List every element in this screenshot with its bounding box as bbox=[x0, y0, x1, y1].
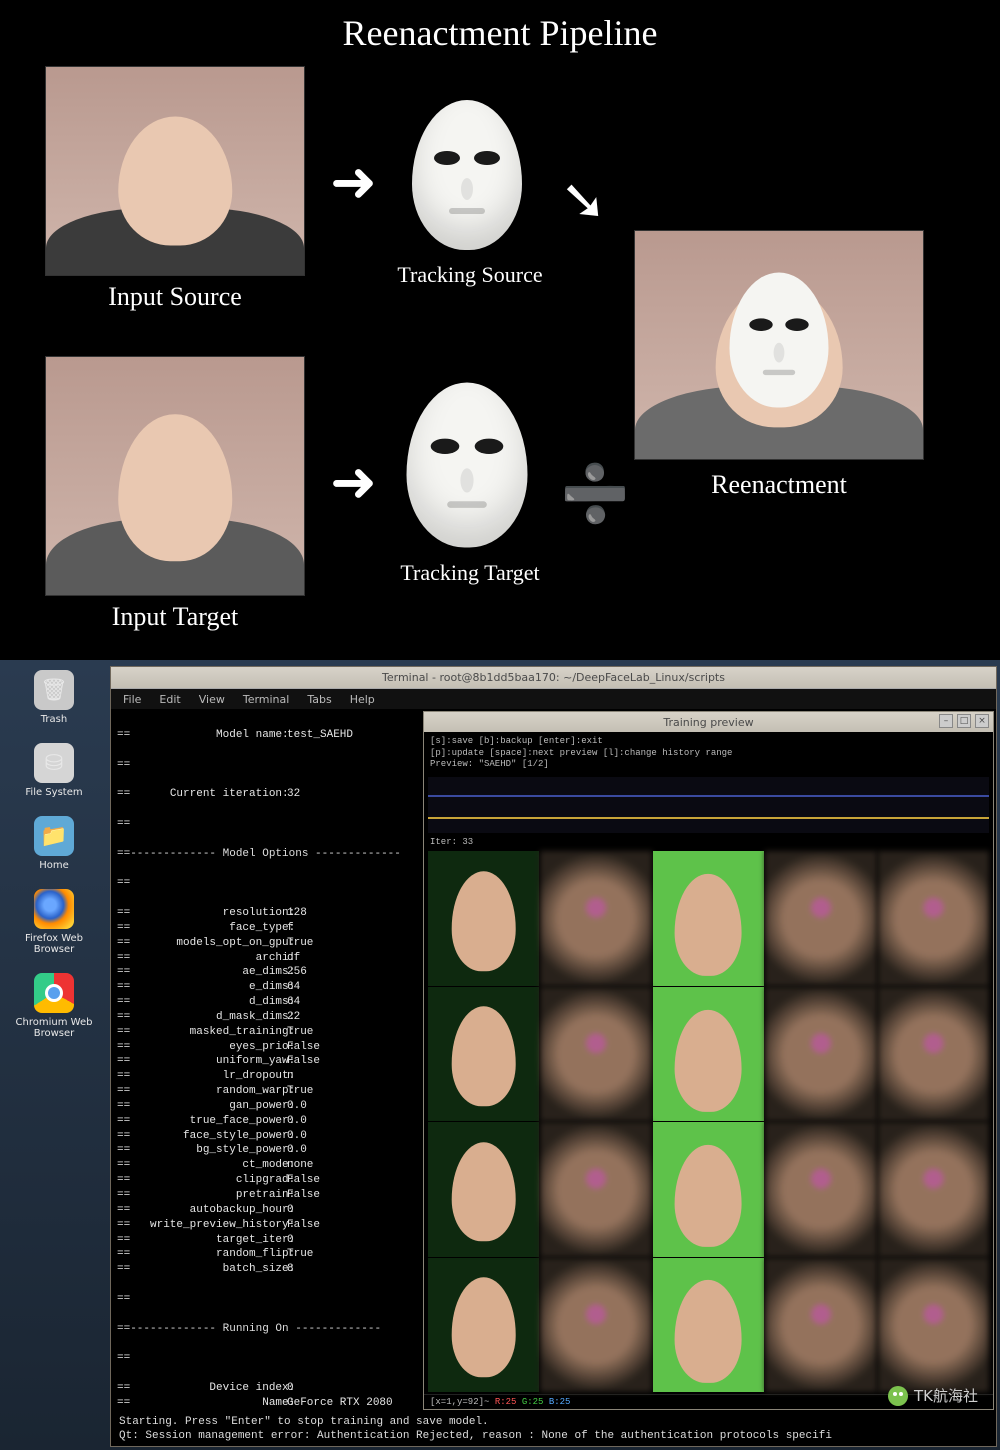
face-cell bbox=[878, 987, 989, 1121]
face-cell bbox=[540, 1122, 651, 1256]
minimize-button[interactable]: – bbox=[939, 714, 953, 728]
terminal-option-row: == d_dims: 64 bbox=[117, 995, 421, 1010]
face-cell bbox=[653, 987, 764, 1121]
tracking-target-mask bbox=[407, 383, 528, 548]
reenactment-pipeline-diagram: Reenactment Pipeline Input Source Input … bbox=[0, 0, 1000, 660]
terminal-output[interactable]: == Model name: test_SAEHD == == Current … bbox=[111, 709, 421, 1412]
preview-help: [s]:save [b]:backup [enter]:exit [p]:upd… bbox=[424, 732, 993, 775]
face-cell bbox=[540, 1258, 651, 1392]
trash-icon: 🗑 bbox=[34, 670, 74, 710]
terminal-option-row: == lr_dropout: n bbox=[117, 1069, 421, 1084]
terminal-option-row: == write_preview_history: False bbox=[117, 1218, 421, 1233]
desktop-icons: 🗑Trash ⛁File System 📁Home Firefox Web Br… bbox=[14, 670, 94, 1057]
terminal-option-row: == pretrain: False bbox=[117, 1188, 421, 1203]
reenactment-output-image bbox=[634, 230, 924, 460]
menu-terminal[interactable]: Terminal bbox=[243, 693, 290, 706]
terminal-option-row: == masked_training: True bbox=[117, 1025, 421, 1040]
terminal-footer: Starting. Press "Enter" to stop training… bbox=[111, 1412, 996, 1446]
face-cell bbox=[878, 851, 989, 985]
terminal-option-row: == models_opt_on_gpu: True bbox=[117, 936, 421, 951]
input-source-image bbox=[45, 66, 305, 276]
terminal-device-row: == Name: GeForce RTX 2080 bbox=[117, 1396, 421, 1411]
desktop-icon-filesystem[interactable]: ⛁File System bbox=[14, 743, 94, 798]
desktop-icon-trash[interactable]: 🗑Trash bbox=[14, 670, 94, 725]
terminal-option-row: == gan_power: 0.0 bbox=[117, 1099, 421, 1114]
menu-tabs[interactable]: Tabs bbox=[307, 693, 331, 706]
close-button[interactable]: × bbox=[975, 714, 989, 728]
chromium-icon bbox=[34, 973, 74, 1013]
face-cell bbox=[765, 1122, 876, 1256]
face-cell bbox=[540, 987, 651, 1121]
terminal-option-row: == uniform_yaw: False bbox=[117, 1054, 421, 1069]
terminal-option-row: == bg_style_power: 0.0 bbox=[117, 1143, 421, 1158]
desktop-icon-chromium[interactable]: Chromium Web Browser bbox=[14, 973, 94, 1039]
face-cell bbox=[765, 851, 876, 985]
wechat-icon bbox=[888, 1386, 908, 1406]
reenactment-label: Reenactment bbox=[634, 470, 924, 500]
loss-graph bbox=[428, 777, 989, 833]
desktop-icon-firefox[interactable]: Firefox Web Browser bbox=[14, 889, 94, 955]
terminal-option-row: == d_mask_dims: 22 bbox=[117, 1010, 421, 1025]
preview-titlebar[interactable]: Training preview – □ × bbox=[424, 712, 993, 732]
face-cell bbox=[878, 1258, 989, 1392]
terminal-option-row: == resolution: 128 bbox=[117, 906, 421, 921]
menu-help[interactable]: Help bbox=[350, 693, 375, 706]
arrow-right-icon bbox=[330, 150, 377, 215]
firefox-icon bbox=[34, 889, 74, 929]
face-cell bbox=[765, 987, 876, 1121]
terminal-option-row: == ct_mode: none bbox=[117, 1158, 421, 1173]
training-preview-window[interactable]: Training preview – □ × [s]:save [b]:back… bbox=[423, 711, 994, 1410]
terminal-option-row: == true_face_power: 0.0 bbox=[117, 1114, 421, 1129]
terminal-titlebar[interactable]: Terminal - root@8b1dd5baa170: ~/DeepFace… bbox=[111, 667, 996, 689]
terminal-option-row: == autobackup_hour: 0 bbox=[117, 1203, 421, 1218]
terminal-device-row: == Device index: 0 bbox=[117, 1381, 421, 1396]
face-cell bbox=[653, 1258, 764, 1392]
terminal-option-row: == random_warp: True bbox=[117, 1084, 421, 1099]
preview-face-grid bbox=[424, 849, 993, 1394]
arrow-right-icon bbox=[330, 450, 377, 515]
watermark: TK航海社 bbox=[888, 1385, 978, 1406]
menu-view[interactable]: View bbox=[199, 693, 225, 706]
diagram-title: Reenactment Pipeline bbox=[0, 12, 1000, 54]
input-target-label: Input Target bbox=[45, 602, 305, 632]
menu-edit[interactable]: Edit bbox=[159, 693, 180, 706]
menu-file[interactable]: File bbox=[123, 693, 141, 706]
face-cell bbox=[428, 1122, 539, 1256]
face-cell bbox=[653, 851, 764, 985]
face-cell bbox=[428, 987, 539, 1121]
desktop-icon-home[interactable]: 📁Home bbox=[14, 816, 94, 871]
face-cell bbox=[653, 1122, 764, 1256]
face-cell bbox=[428, 1258, 539, 1392]
input-source-label: Input Source bbox=[45, 282, 305, 312]
terminal-option-row: == target_iter: 0 bbox=[117, 1233, 421, 1248]
terminal-option-row: == batch_size: 8 bbox=[117, 1262, 421, 1277]
terminal-option-row: == face_type: f bbox=[117, 921, 421, 936]
face-cell bbox=[428, 851, 539, 985]
preview-iteration: Iter: 33 bbox=[424, 835, 993, 849]
terminal-option-row: == ae_dims: 256 bbox=[117, 965, 421, 980]
tracking-source-label: Tracking Source bbox=[370, 262, 570, 288]
terminal-option-row: == face_style_power: 0.0 bbox=[117, 1129, 421, 1144]
terminal-menubar: File Edit View Terminal Tabs Help bbox=[111, 689, 996, 709]
terminal-option-row: == eyes_prio: False bbox=[117, 1040, 421, 1055]
folder-icon: 📁 bbox=[34, 816, 74, 856]
terminal-option-row: == archi: df bbox=[117, 951, 421, 966]
face-cell bbox=[878, 1122, 989, 1256]
terminal-option-row: == e_dims: 64 bbox=[117, 980, 421, 995]
tracking-source-mask bbox=[412, 100, 522, 250]
linux-desktop: 🗑Trash ⛁File System 📁Home Firefox Web Br… bbox=[0, 660, 1000, 1450]
terminal-window[interactable]: Terminal - root@8b1dd5baa170: ~/DeepFace… bbox=[110, 666, 997, 1447]
terminal-option-row: == clipgrad: False bbox=[117, 1173, 421, 1188]
terminal-option-row: == random_flip: True bbox=[117, 1247, 421, 1262]
face-cell bbox=[540, 851, 651, 985]
face-cell bbox=[765, 1258, 876, 1392]
input-target-image bbox=[45, 356, 305, 596]
disk-icon: ⛁ bbox=[34, 743, 74, 783]
arrow-diagonal-down-icon bbox=[560, 168, 607, 233]
tracking-target-label: Tracking Target bbox=[370, 560, 570, 586]
arrow-diagonal-up-icon bbox=[560, 460, 630, 526]
maximize-button[interactable]: □ bbox=[957, 714, 971, 728]
